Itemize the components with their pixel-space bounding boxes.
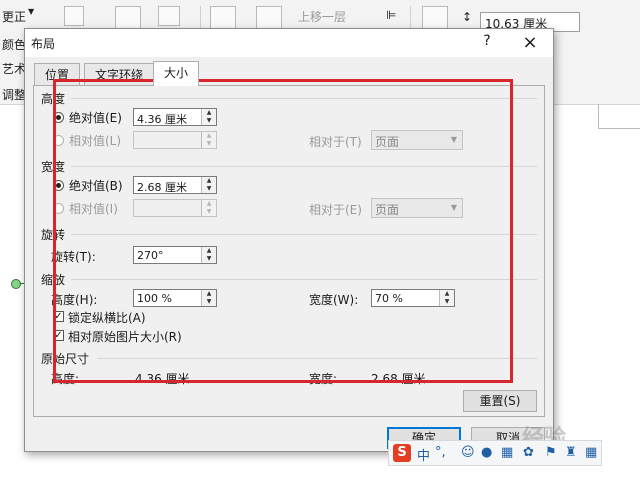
- width-section-title: 宽度: [41, 160, 66, 174]
- section-divider: [71, 98, 537, 99]
- width-relative-label: 相对值(I): [69, 202, 118, 216]
- lock-aspect-checkbox[interactable]: ✓: [53, 311, 64, 322]
- chevron-down-icon[interactable]: ▼: [446, 199, 462, 217]
- emoji-icon[interactable]: ☺: [461, 445, 475, 460]
- ribbon-adjust: 调整: [2, 88, 27, 102]
- height-section-title: 高度: [41, 92, 66, 106]
- dialog-title-bar[interactable]: 布局 ? ×: [25, 29, 553, 57]
- spin-arrows-icon[interactable]: ▲ ▼: [201, 177, 216, 193]
- section-divider: [71, 166, 537, 167]
- ime-punct[interactable]: °,: [435, 445, 446, 460]
- rotate-section-title: 旋转: [41, 228, 66, 242]
- layout-dialog: 布局 ? × 位置 文字环绕 大小 高度 绝对值(E) 4.36 厘米 ▲ ▼ 相…: [24, 28, 554, 452]
- spin-arrows-icon[interactable]: ▲ ▼: [201, 109, 216, 125]
- height-relative-to-value: 页面: [375, 135, 400, 149]
- scale-height-value: 100 %: [137, 292, 172, 305]
- original-width-label: 宽度:: [309, 372, 338, 386]
- height-absolute-label: 绝对值(E): [69, 111, 122, 125]
- rotate-handle[interactable]: [11, 279, 21, 289]
- pen-icon[interactable]: [158, 6, 180, 26]
- scale-height-label: 高度(H):: [51, 293, 98, 307]
- spin-arrows-icon[interactable]: ▲ ▼: [201, 290, 216, 306]
- reset-button[interactable]: 重置(S): [463, 390, 537, 412]
- width-absolute-input[interactable]: 2.68 厘米 ▲ ▼: [133, 176, 217, 194]
- original-section-title: 原始尺寸: [41, 352, 90, 366]
- lock-aspect-label[interactable]: 锁定纵横比(A): [68, 309, 146, 326]
- scale-width-label: 宽度(W):: [309, 293, 359, 307]
- tab-size[interactable]: 大小: [153, 61, 200, 86]
- original-height-label: 高度:: [51, 372, 80, 386]
- document-page-corner: [598, 104, 640, 129]
- ime-mode[interactable]: 中: [417, 445, 430, 464]
- ribbon-color[interactable]: 颜色: [2, 36, 26, 53]
- close-button[interactable]: ×: [519, 32, 541, 54]
- section-divider: [71, 279, 537, 280]
- height-relative-radio[interactable]: [53, 135, 64, 146]
- width-relative-to-value: 页面: [375, 203, 400, 217]
- scale-section-title: 缩放: [41, 273, 66, 287]
- sogou-logo-icon[interactable]: S: [393, 444, 411, 462]
- section-divider: [71, 234, 537, 235]
- grid-icon[interactable]: ▦: [585, 445, 597, 460]
- move-up-button[interactable]: 上移一层: [298, 8, 346, 25]
- spin-arrows-icon[interactable]: ▲ ▼: [439, 290, 454, 306]
- height-relative-to-label: 相对于(T): [309, 135, 362, 149]
- spin-arrows-icon[interactable]: ▲ ▼: [201, 200, 216, 216]
- width-relative-to-label: 相对于(E): [309, 203, 362, 217]
- width-relative-radio[interactable]: [53, 203, 64, 214]
- scale-width-input[interactable]: 70 % ▲ ▼: [371, 289, 455, 307]
- width-absolute-value: 2.68 厘米: [137, 181, 187, 194]
- chevron-down-icon[interactable]: ▼: [446, 131, 462, 149]
- ribbon-art[interactable]: 艺术: [2, 60, 26, 77]
- height-relative-to-select[interactable]: 页面 ▼: [371, 130, 463, 150]
- shirt-icon[interactable]: ♜: [565, 445, 577, 460]
- width-absolute-radio[interactable]: [53, 180, 64, 191]
- original-height-value: 4.36 厘米: [135, 372, 190, 386]
- width-absolute-label: 绝对值(B): [69, 179, 123, 193]
- height-relative-label: 相对值(L): [69, 134, 122, 148]
- height-absolute-input[interactable]: 4.36 厘米 ▲ ▼: [133, 108, 217, 126]
- rotate-label: 旋转(T):: [51, 250, 96, 264]
- original-width-value: 2.68 厘米: [371, 372, 426, 386]
- rotate-input[interactable]: 270° ▲ ▼: [133, 246, 217, 264]
- toolbox-icon[interactable]: ⚑: [545, 445, 557, 460]
- spin-arrows-icon[interactable]: ▲ ▼: [201, 247, 216, 263]
- microphone-icon[interactable]: ●: [481, 445, 492, 460]
- spin-arrows-icon[interactable]: ▲ ▼: [201, 132, 216, 148]
- help-button[interactable]: ?: [477, 33, 497, 53]
- tab-position[interactable]: 位置: [34, 63, 81, 85]
- dialog-title: 布局: [31, 37, 56, 51]
- height-absolute-radio[interactable]: [53, 112, 64, 123]
- compress-icon[interactable]: [64, 6, 84, 26]
- relative-original-label[interactable]: 相对原始图片大小(R): [68, 328, 182, 345]
- align-icon[interactable]: ⊫: [386, 8, 396, 22]
- ribbon-correct[interactable]: 更正: [2, 8, 26, 25]
- scale-width-value: 70 %: [375, 292, 403, 305]
- keyboard-icon[interactable]: ▦: [501, 445, 513, 460]
- chevron-down-icon[interactable]: ▼: [28, 7, 34, 16]
- width-relative-input[interactable]: ▲ ▼: [133, 199, 217, 217]
- relative-original-checkbox[interactable]: ✓: [53, 330, 64, 341]
- section-divider: [97, 358, 537, 359]
- width-relative-to-select[interactable]: 页面 ▼: [371, 198, 463, 218]
- height-icon: ↕: [462, 10, 473, 24]
- scale-height-input[interactable]: 100 % ▲ ▼: [133, 289, 217, 307]
- rotate-value: 270°: [137, 249, 164, 262]
- height-absolute-value: 4.36 厘米: [137, 113, 187, 126]
- skin-icon[interactable]: ✿: [523, 445, 534, 460]
- height-relative-input[interactable]: ▲ ▼: [133, 131, 217, 149]
- ime-toolbar[interactable]: S 中 °, ☺ ● ▦ ✿ ⚑ ♜ ▦: [388, 440, 602, 466]
- tab-text-wrap[interactable]: 文字环绕: [84, 63, 155, 85]
